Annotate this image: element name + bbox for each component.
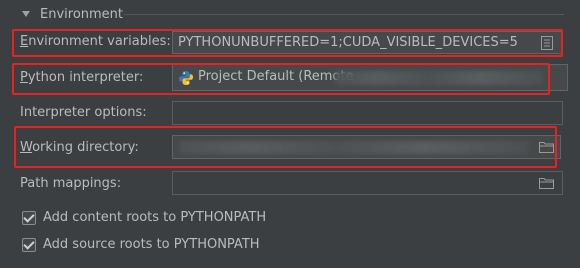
redacted-interpreter-text	[335, 71, 543, 85]
interpreter-options-field[interactable]	[172, 101, 563, 125]
section-divider	[124, 14, 564, 15]
source-roots-label: Add source roots to PYTHONPATH	[43, 237, 260, 252]
working-directory-field[interactable]	[172, 135, 561, 159]
path-mappings-label: Path mappings:	[20, 176, 122, 191]
env-vars-value: PYTHONUNBUFFERED=1;CUDA_VISIBLE_DEVICES=…	[178, 35, 518, 50]
source-roots-checkbox[interactable]	[22, 237, 36, 252]
folder-icon[interactable]	[539, 177, 554, 189]
checkbox-row-source-roots[interactable]: Add source roots to PYTHONPATH	[22, 237, 260, 252]
environment-section-header[interactable]: Environment	[22, 4, 123, 24]
env-vars-field[interactable]: PYTHONUNBUFFERED=1;CUDA_VISIBLE_DEVICES=…	[172, 31, 562, 54]
path-mappings-field[interactable]	[172, 171, 563, 195]
folder-icon[interactable]	[539, 141, 554, 153]
python-interpreter-label: Python interpreter:	[20, 70, 144, 85]
python-interpreter-value: Project Default (Remote	[198, 69, 354, 84]
collapse-triangle-icon[interactable]	[22, 11, 30, 17]
checkbox-row-content-roots[interactable]: Add content roots to PYTHONPATH	[22, 210, 266, 225]
document-icon[interactable]	[541, 36, 553, 50]
section-title: Environment	[40, 6, 124, 22]
content-roots-checkbox[interactable]	[22, 210, 36, 225]
python-interpreter-combobox[interactable]: Project Default (Remote	[172, 64, 568, 91]
env-vars-label: Environment variables:	[20, 34, 171, 49]
python-icon	[178, 70, 194, 86]
working-directory-label: Working directory:	[20, 140, 139, 155]
redacted-working-directory	[179, 141, 529, 154]
check-mark-icon	[23, 210, 35, 223]
interpreter-options-label: Interpreter options:	[20, 105, 147, 120]
check-mark-icon	[23, 237, 35, 250]
content-roots-label: Add content roots to PYTHONPATH	[43, 210, 267, 225]
